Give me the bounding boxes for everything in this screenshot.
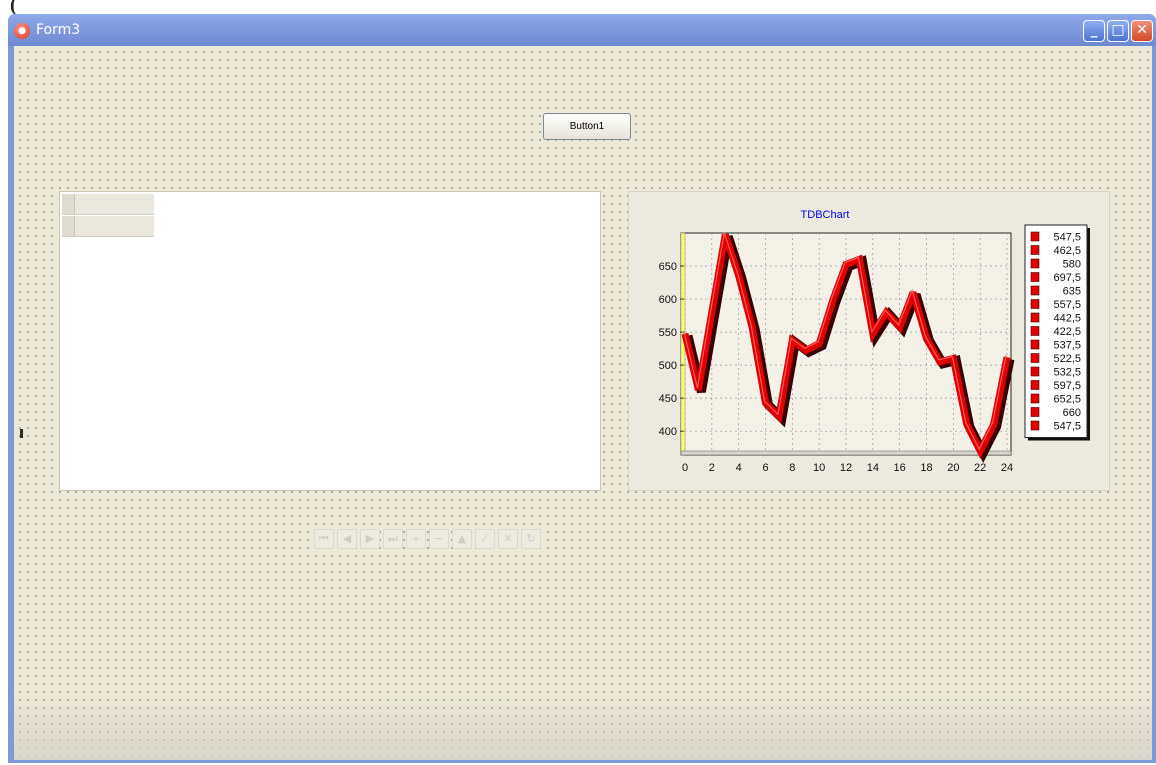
x-tick-label: 16 bbox=[894, 462, 906, 474]
x-tick-label: 10 bbox=[813, 462, 825, 474]
x-tick-label: 0 bbox=[682, 462, 688, 474]
minimize-icon[interactable]: _ bbox=[1083, 20, 1105, 42]
grid-header-row[interactable] bbox=[62, 194, 154, 215]
db-grid[interactable] bbox=[59, 191, 601, 491]
legend-swatch bbox=[1030, 312, 1040, 323]
client-bottom-shade bbox=[14, 690, 1152, 760]
legend-label: 557,5 bbox=[1053, 299, 1081, 311]
delete-icon[interactable]: − bbox=[429, 529, 449, 549]
window-title: Form3 bbox=[36, 22, 81, 38]
legend-label: 697,5 bbox=[1053, 272, 1081, 284]
y-tick-label: 650 bbox=[659, 261, 677, 273]
legend-label: 547,5 bbox=[1053, 232, 1081, 244]
edit-icon[interactable]: ▲ bbox=[452, 529, 472, 549]
legend-label: 597,5 bbox=[1053, 380, 1081, 392]
x-tick-label: 24 bbox=[1001, 462, 1013, 474]
y-tick-label: 600 bbox=[659, 294, 677, 306]
chart-canvas: TDBChart 400450500550600650 0 2 4 6 8 10 12 14 1… bbox=[659, 209, 1090, 474]
legend-label: 442,5 bbox=[1053, 313, 1081, 325]
y-tick-label: 550 bbox=[659, 327, 677, 339]
legend-label: 652,5 bbox=[1053, 394, 1081, 406]
x-tick-label: 8 bbox=[789, 462, 795, 474]
row-indicator bbox=[62, 216, 75, 236]
x-tick-label: 18 bbox=[920, 462, 932, 474]
row-indicator bbox=[62, 194, 75, 214]
button1[interactable]: Button1 bbox=[543, 113, 631, 140]
y-tick-label: 500 bbox=[659, 360, 677, 372]
legend-swatch bbox=[1030, 299, 1040, 309]
legend-swatch bbox=[1030, 420, 1040, 431]
legend: 547,5462,5580697,5635557,5442,5422,5537,… bbox=[1024, 224, 1090, 441]
legend-label: 422,5 bbox=[1053, 326, 1081, 338]
legend-swatch bbox=[1030, 366, 1040, 377]
legend-swatch bbox=[1030, 339, 1040, 350]
legend-label: 537,5 bbox=[1053, 340, 1081, 352]
legend-label: 547,5 bbox=[1053, 421, 1081, 433]
x-tick-label: 14 bbox=[867, 462, 879, 474]
form-client-area: Button1 TDBChart 400 450 500 550 600 650 0246… bbox=[14, 46, 1152, 760]
legend-swatch bbox=[1030, 380, 1040, 390]
y-tick-label: 450 bbox=[659, 393, 677, 405]
last-icon[interactable]: ⏭ bbox=[383, 529, 403, 549]
legend-swatch bbox=[1030, 245, 1040, 255]
legend-label: 522,5 bbox=[1053, 353, 1081, 365]
first-icon[interactable]: ⏮ bbox=[314, 529, 334, 549]
delphi-app-icon[interactable]: ● bbox=[14, 23, 30, 39]
legend-swatch bbox=[1030, 326, 1040, 336]
x-tick-label: 20 bbox=[947, 462, 959, 474]
legend-label: 660 bbox=[1063, 407, 1081, 419]
prior-icon[interactable]: ◀ bbox=[337, 529, 357, 549]
x-tick-label: 4 bbox=[736, 462, 742, 474]
y-axis: 400 450 500 550 600 650 bbox=[659, 261, 684, 438]
refresh-icon[interactable]: ↻ bbox=[521, 529, 541, 549]
cancel-icon[interactable]: ✕ bbox=[498, 529, 518, 549]
insert-icon[interactable]: + bbox=[406, 529, 426, 549]
x-tick-label: 6 bbox=[762, 462, 768, 474]
legend-swatch bbox=[1030, 407, 1040, 417]
db-chart[interactable]: TDBChart 400 450 500 550 600 650 0 2 4 6 8 10 12 14 1… bbox=[628, 191, 1110, 491]
legend-label: 580 bbox=[1063, 259, 1081, 271]
next-icon[interactable]: ▶ bbox=[360, 529, 380, 549]
legend-label: 532,5 bbox=[1053, 367, 1081, 379]
legend-label: 635 bbox=[1063, 286, 1081, 298]
title-bar[interactable]: ● Form3 _ □ ✕ bbox=[8, 14, 1156, 46]
x-tick-label: 12 bbox=[840, 462, 852, 474]
chart-title: TDBChart bbox=[801, 209, 850, 221]
x-axis: 0 2 4 6 8 10 12 14 16 18 20 22 24 bbox=[682, 462, 1013, 474]
grid-data-row[interactable] bbox=[62, 216, 154, 237]
left-edge-mark bbox=[20, 429, 23, 438]
x-tick-label: 22 bbox=[974, 462, 986, 474]
floor bbox=[680, 450, 1012, 456]
post-icon[interactable]: ✓ bbox=[475, 529, 495, 549]
close-icon[interactable]: ✕ bbox=[1131, 20, 1153, 42]
x-tick-label: 2 bbox=[709, 462, 715, 474]
legend-swatch bbox=[1030, 393, 1040, 404]
db-navigator: ⏮ ◀ ▶ ⏭ + − ▲ ✓ ✕ ↻ bbox=[314, 529, 541, 549]
legend-swatch bbox=[1030, 285, 1040, 296]
legend-swatch bbox=[1030, 231, 1040, 242]
maximize-icon[interactable]: □ bbox=[1107, 20, 1129, 42]
y-tick-label: 400 bbox=[659, 426, 677, 438]
legend-swatch bbox=[1030, 272, 1040, 282]
legend-label: 462,5 bbox=[1053, 245, 1081, 257]
legend-swatch bbox=[1030, 353, 1040, 363]
form-window: ● Form3 _ □ ✕ Button1 TDBChart 400 450 500… bbox=[8, 14, 1156, 763]
legend-swatch bbox=[1030, 258, 1040, 269]
